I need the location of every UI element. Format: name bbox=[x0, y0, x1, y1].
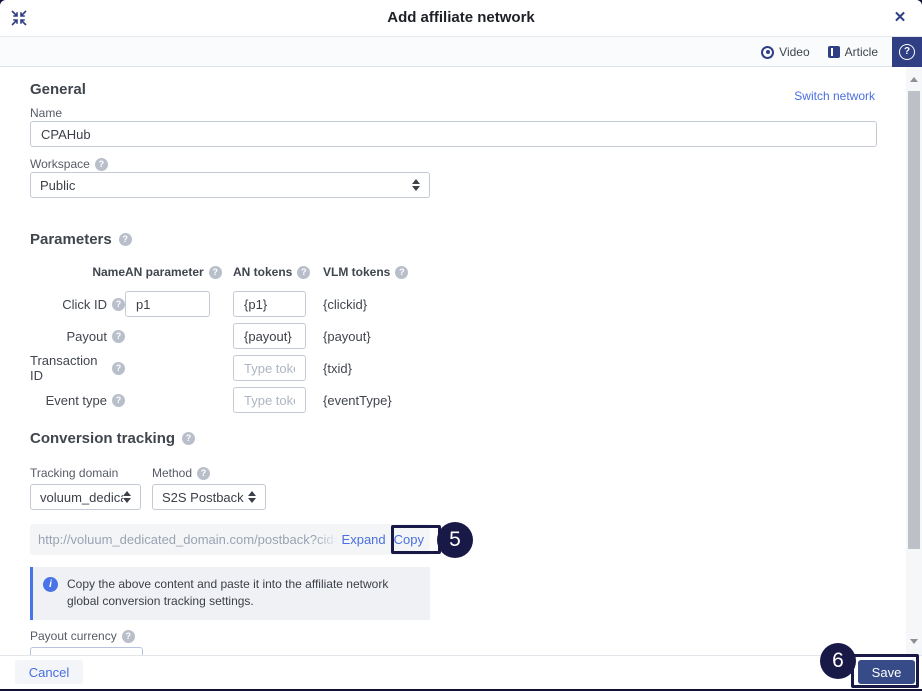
an-parameter-help-icon[interactable]: ? bbox=[208, 265, 222, 279]
click-id-help-icon[interactable]: ? bbox=[112, 297, 125, 311]
method-value: S2S Postback U... bbox=[162, 489, 248, 505]
help-toolbar: Video Article ? bbox=[0, 37, 922, 67]
conversion-tracking-heading: Conversion tracking ? bbox=[30, 430, 196, 447]
name-input[interactable] bbox=[30, 121, 877, 147]
event-type-an-token-input[interactable] bbox=[233, 387, 306, 413]
switch-network-link[interactable]: Switch network bbox=[794, 89, 875, 103]
method-label: Method ? bbox=[152, 466, 211, 480]
video-link[interactable]: Video bbox=[761, 45, 810, 59]
col-header-an-tokens: AN tokens ? bbox=[233, 265, 323, 279]
stepper-icon bbox=[248, 491, 256, 503]
name-label: Name bbox=[30, 106, 63, 120]
annotation-step5: 5 bbox=[437, 522, 473, 558]
video-label: Video bbox=[779, 45, 810, 59]
payout-help-icon[interactable]: ? bbox=[112, 329, 125, 343]
an-tokens-help-icon[interactable]: ? bbox=[297, 265, 311, 279]
close-icon[interactable]: ✕ bbox=[888, 0, 912, 37]
payout-vlm-token: {payout} bbox=[323, 328, 371, 344]
workspace-label: Workspace ? bbox=[30, 157, 108, 171]
row-label-event-type: Event type ? bbox=[30, 393, 125, 408]
article-icon bbox=[827, 46, 840, 58]
event-type-vlm-token: {eventType} bbox=[323, 392, 392, 408]
conversion-info-box: i Copy the above content and paste it in… bbox=[30, 567, 430, 620]
annotation-box-step5 bbox=[391, 525, 441, 554]
info-text: Copy the above content and paste it into… bbox=[67, 577, 389, 609]
payout-currency-label: Payout currency ? bbox=[30, 629, 135, 643]
video-icon bbox=[761, 45, 775, 59]
info-icon: i bbox=[43, 577, 58, 592]
postback-url-box: http://voluum_dedicated_domain.com/postb… bbox=[30, 524, 430, 555]
modal-footer bbox=[0, 655, 922, 689]
annotation-step6: 6 bbox=[820, 643, 856, 679]
transaction-id-help-icon[interactable]: ? bbox=[112, 361, 125, 375]
event-type-help-icon[interactable]: ? bbox=[112, 393, 125, 407]
general-heading: General bbox=[30, 81, 86, 98]
payout-an-token-input[interactable] bbox=[233, 323, 306, 349]
stepper-icon bbox=[412, 179, 420, 191]
modal-titlebar: Add affiliate network ✕ bbox=[0, 0, 922, 37]
scrollbar-thumb[interactable] bbox=[908, 91, 920, 549]
click-id-an-token-input[interactable] bbox=[233, 291, 306, 317]
col-header-vlm-tokens: VLM tokens ? bbox=[323, 265, 443, 279]
method-help-icon[interactable]: ? bbox=[197, 466, 211, 480]
parameters-heading: Parameters ? bbox=[30, 231, 132, 248]
click-id-vlm-token: {clickid} bbox=[323, 296, 368, 312]
article-link[interactable]: Article bbox=[827, 45, 878, 59]
row-label-payout: Payout ? bbox=[30, 329, 125, 344]
method-select[interactable]: S2S Postback U... bbox=[152, 484, 266, 510]
transaction-id-an-token-input[interactable] bbox=[233, 355, 306, 381]
workspace-help-icon[interactable]: ? bbox=[94, 157, 108, 171]
add-affiliate-network-modal: Add affiliate network ✕ Video Article ? … bbox=[0, 0, 922, 689]
payout-currency-select[interactable] bbox=[30, 647, 143, 655]
parameters-help-icon[interactable]: ? bbox=[118, 233, 132, 246]
workspace-select-value: Public bbox=[40, 177, 76, 193]
click-id-an-parameter-input[interactable] bbox=[125, 291, 210, 317]
col-header-name: Name bbox=[92, 265, 125, 279]
parameters-table: Name AN parameter ? AN tokens ? VLM toke… bbox=[30, 260, 443, 413]
workspace-select[interactable]: Public bbox=[30, 172, 430, 198]
vertical-scrollbar bbox=[906, 67, 922, 655]
col-header-an-parameter: AN parameter ? bbox=[125, 265, 233, 279]
annotation-box-step6 bbox=[851, 654, 919, 688]
tracking-domain-label: Tracking domain bbox=[30, 466, 119, 480]
expand-link[interactable]: Expand bbox=[342, 532, 386, 547]
row-label-transaction-id: Transaction ID ? bbox=[30, 353, 125, 383]
scroll-down-icon[interactable] bbox=[906, 633, 922, 649]
tracking-domain-value: voluum_dedicat... bbox=[40, 489, 123, 505]
stepper-icon bbox=[123, 491, 131, 503]
cancel-button[interactable]: Cancel bbox=[15, 660, 83, 684]
question-icon: ? bbox=[899, 44, 915, 60]
help-button[interactable]: ? bbox=[892, 37, 922, 67]
scroll-up-icon[interactable] bbox=[906, 71, 922, 87]
modal-title: Add affiliate network bbox=[387, 9, 535, 26]
transaction-id-vlm-token: {txid} bbox=[323, 360, 352, 376]
row-label-click-id: Click ID ? bbox=[30, 297, 125, 312]
conversion-tracking-help-icon[interactable]: ? bbox=[182, 432, 196, 445]
tracking-domain-select[interactable]: voluum_dedicat... bbox=[30, 484, 141, 510]
payout-currency-help-icon[interactable]: ? bbox=[121, 629, 135, 643]
article-label: Article bbox=[844, 45, 878, 59]
toolbar-links: Video Article bbox=[761, 37, 878, 67]
vlm-tokens-help-icon[interactable]: ? bbox=[395, 265, 409, 279]
